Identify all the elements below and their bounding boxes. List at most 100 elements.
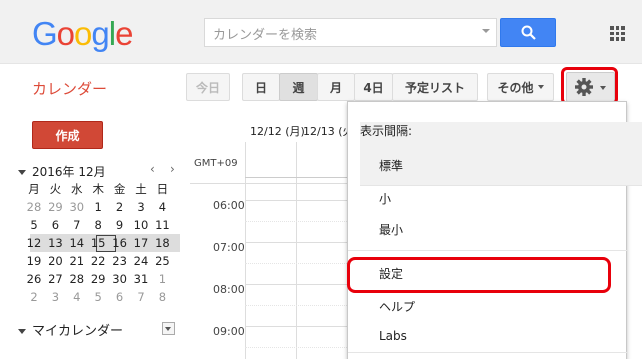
mini-calendar-day[interactable]: 30	[111, 271, 129, 288]
mini-calendar-day[interactable]: 29	[89, 271, 107, 288]
mini-calendar-day[interactable]: 3	[132, 199, 150, 216]
mini-calendar-day[interactable]: 24	[132, 253, 150, 270]
mini-calendar-day[interactable]: 30	[68, 199, 86, 216]
mini-calendar-day[interactable]: 12	[25, 235, 43, 252]
my-calendars-toggle[interactable]: マイカレンダー	[18, 320, 123, 339]
mini-calendar-day[interactable]: 5	[89, 289, 107, 306]
search-options-icon[interactable]	[482, 29, 490, 33]
mini-calendar-header[interactable]: 2016年 12月	[18, 163, 106, 180]
mini-calendar-day[interactable]: 7	[68, 217, 86, 234]
search-input[interactable]: カレンダーを検索	[204, 18, 497, 47]
timezone-label: GMT+09	[194, 158, 238, 169]
density-option-standard[interactable]: 標準	[379, 157, 403, 174]
today-button[interactable]: 今日	[186, 73, 230, 101]
hour-line	[245, 242, 347, 243]
mini-calendar-day[interactable]: 28	[68, 271, 86, 288]
highlight-settings-gear	[561, 67, 618, 105]
density-section-header: 表示間隔:	[360, 122, 642, 186]
mini-calendar-day[interactable]: 27	[46, 271, 64, 288]
mini-calendar-day[interactable]: 3	[46, 289, 64, 306]
view-4day-button[interactable]: 4日	[354, 73, 393, 101]
menu-divider	[348, 352, 628, 353]
create-button[interactable]: 作成	[32, 121, 103, 149]
half-hour-line	[245, 347, 347, 348]
mini-calendar-day[interactable]: 15	[89, 235, 107, 252]
mini-calendar-day[interactable]: 8	[89, 217, 107, 234]
mini-calendar-weekday: 火	[49, 182, 62, 196]
hour-line	[245, 326, 347, 327]
menu-item-labs[interactable]: Labs	[379, 329, 407, 343]
mini-calendar-next[interactable]: ›	[170, 162, 175, 176]
search-placeholder: カレンダーを検索	[213, 28, 318, 43]
mini-calendar-day[interactable]: 6	[111, 289, 129, 306]
view-month-button[interactable]: 月	[317, 73, 355, 101]
search-button[interactable]	[500, 18, 556, 47]
mini-calendar-day[interactable]: 26	[25, 271, 43, 288]
density-option-smallest[interactable]: 最小	[379, 221, 403, 238]
logo-letter: g	[91, 15, 109, 52]
mini-calendar-day[interactable]: 6	[46, 217, 64, 234]
mini-calendar-day[interactable]: 17	[132, 235, 150, 252]
density-option-small[interactable]: 小	[379, 190, 391, 207]
logo-letter: o	[74, 15, 92, 52]
mini-calendar-month: 2016年 12月	[32, 165, 106, 179]
mini-calendar-day[interactable]: 31	[132, 271, 150, 288]
mini-calendar-weekday: 土	[135, 182, 147, 196]
half-hour-line	[245, 221, 347, 222]
mini-calendar-day[interactable]: 28	[25, 199, 43, 216]
logo-letter: o	[56, 15, 75, 52]
logo-letter: G	[32, 15, 58, 52]
mini-calendar-weekday: 金	[113, 182, 126, 196]
mini-calendar-day[interactable]: 9	[111, 217, 129, 234]
mini-calendar-day[interactable]: 10	[132, 217, 150, 234]
mini-calendar-day[interactable]: 18	[153, 235, 171, 252]
hour-line	[245, 200, 347, 201]
mini-calendar-day[interactable]: 1	[153, 271, 171, 288]
mini-calendar-day[interactable]: 4	[153, 199, 171, 216]
mini-calendar-day[interactable]: 7	[132, 289, 150, 306]
collapse-icon	[18, 170, 26, 175]
mini-calendar-day[interactable]: 1	[89, 199, 107, 216]
mini-calendar-weekday: 水	[71, 182, 83, 196]
mini-calendar-day[interactable]: 2	[111, 199, 129, 216]
mini-calendar-day[interactable]: 23	[111, 253, 129, 270]
more-button[interactable]: その他	[487, 73, 554, 101]
grid-line	[190, 183, 347, 184]
mini-calendar-day[interactable]: 4	[68, 289, 86, 306]
mini-calendar-day[interactable]: 25	[153, 253, 171, 270]
mini-calendar-day[interactable]: 2	[25, 289, 43, 306]
mini-calendar-day[interactable]: 16	[111, 235, 129, 252]
hour-line	[245, 284, 347, 285]
my-calendars-label: マイカレンダー	[32, 324, 124, 339]
top-header: Google カレンダーを検索	[0, 0, 642, 64]
more-label: その他	[497, 80, 534, 95]
my-calendars-menu-button[interactable]	[162, 322, 175, 335]
mini-calendar-day[interactable]: 21	[68, 253, 86, 270]
mini-calendar-day[interactable]: 14	[68, 235, 86, 252]
mini-calendar-weekday: 月	[28, 182, 40, 196]
mini-calendar-day[interactable]: 19	[25, 253, 43, 270]
google-logo[interactable]: Google	[32, 15, 133, 53]
day-header-mon[interactable]: 12/12 (月)	[250, 123, 305, 139]
search-icon	[521, 25, 536, 40]
mini-calendar-day[interactable]: 29	[46, 199, 64, 216]
mini-calendar-day[interactable]: 13	[46, 235, 64, 252]
mini-calendar-day[interactable]: 22	[89, 253, 107, 270]
settings-menu: 表示間隔: 標準 小 最小 設定 ヘルプ Labs	[347, 101, 642, 359]
mini-calendar-day[interactable]: 5	[25, 217, 43, 234]
mini-calendar-weekday: 日	[156, 182, 169, 196]
apps-grid-icon[interactable]	[610, 26, 625, 41]
half-hour-line	[245, 263, 347, 264]
mini-calendar-prev[interactable]: ‹	[150, 162, 155, 176]
mini-calendar-day[interactable]: 8	[153, 289, 171, 306]
logo-letter: e	[115, 15, 133, 52]
mini-calendar-day[interactable]: 20	[46, 253, 64, 270]
view-week-button[interactable]: 週	[279, 73, 318, 101]
view-agenda-button[interactable]: 予定リスト	[392, 73, 478, 101]
menu-divider	[348, 250, 628, 251]
view-day-button[interactable]: 日	[242, 73, 280, 101]
menu-item-help[interactable]: ヘルプ	[379, 298, 415, 315]
time-label-0900: 09:00	[213, 325, 245, 338]
mini-calendar-day[interactable]: 11	[153, 217, 171, 234]
calendar-title[interactable]: カレンダー	[32, 78, 107, 99]
